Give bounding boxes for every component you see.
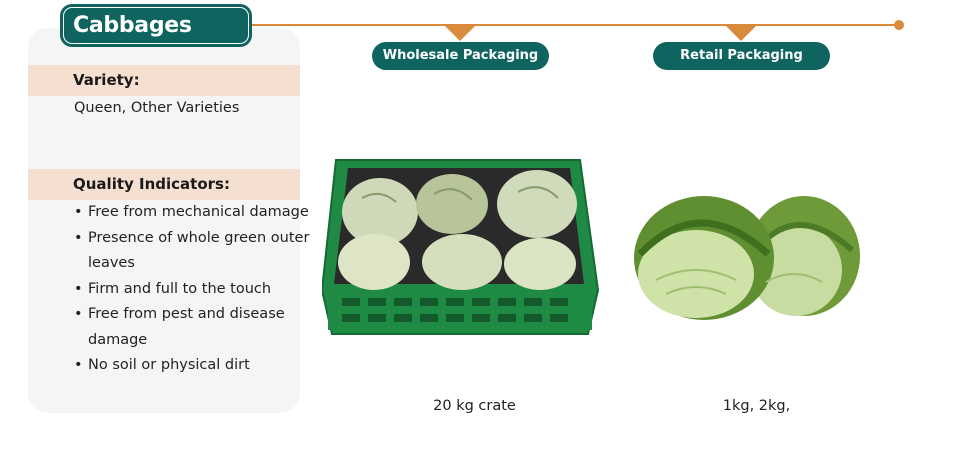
list-item: Free from pest and disease damage [74, 302, 314, 353]
cabbage-crate-image [322, 159, 600, 335]
list-item: Presence of whole green outer leaves [74, 226, 314, 277]
title-badge: Cabbages [60, 4, 252, 47]
timeline-end-dot [894, 20, 904, 30]
wholesale-packaging-label: Wholesale Packaging [372, 42, 549, 70]
variety-heading: Variety: [73, 71, 140, 89]
retail-cabbages-image [634, 196, 860, 320]
wholesale-caption: 20 kg crate [433, 398, 516, 414]
quality-heading: Quality Indicators: [73, 175, 230, 193]
header-timeline-line [252, 24, 900, 26]
list-item: Firm and full to the touch [74, 277, 314, 303]
retail-pointer-icon [726, 26, 756, 41]
variety-text: Queen, Other Varieties [74, 100, 240, 116]
quality-heading-band: Quality Indicators: [28, 169, 300, 200]
retail-packaging-label: Retail Packaging [653, 42, 830, 70]
list-item: No soil or physical dirt [74, 353, 314, 379]
quality-indicators-list: Free from mechanical damage Presence of … [74, 200, 314, 379]
list-item: Free from mechanical damage [74, 200, 314, 226]
wholesale-pointer-icon [445, 26, 475, 41]
retail-caption: 1kg, 2kg, [722, 398, 791, 414]
page-title: Cabbages [73, 13, 192, 38]
variety-heading-band: Variety: [28, 65, 300, 96]
